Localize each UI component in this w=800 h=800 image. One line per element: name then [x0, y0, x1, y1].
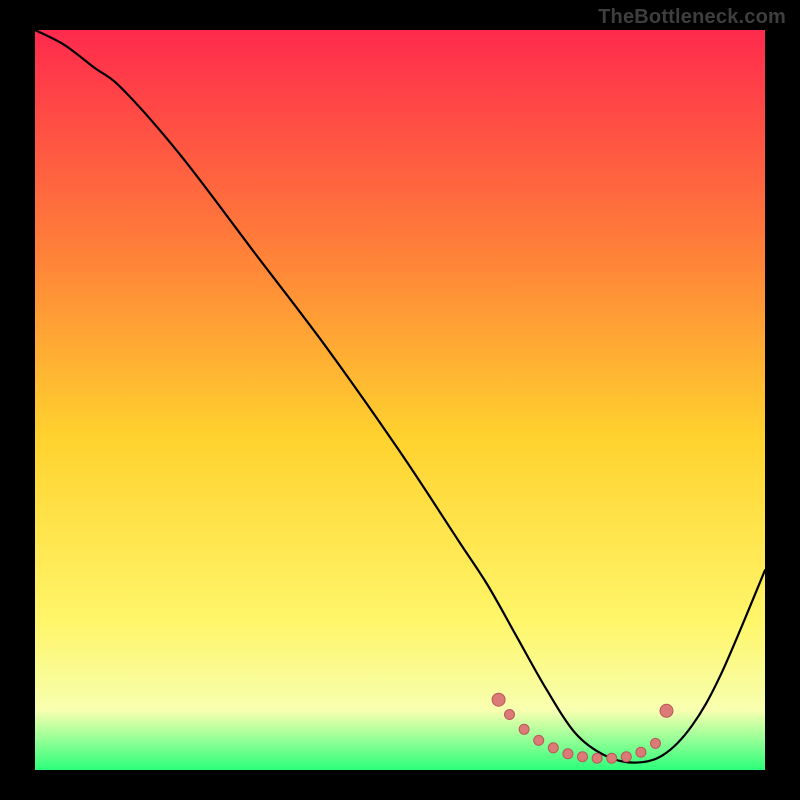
marker-dot: [621, 752, 631, 762]
marker-dot: [519, 724, 529, 734]
marker-dot: [578, 752, 588, 762]
marker-dot: [534, 735, 544, 745]
marker-dot: [505, 710, 515, 720]
marker-dot: [636, 747, 646, 757]
marker-dot: [492, 693, 505, 706]
marker-dot: [607, 753, 617, 763]
marker-dot: [660, 704, 673, 717]
watermark-text: TheBottleneck.com: [598, 6, 786, 29]
chart-stage: { "watermark": "TheBottleneck.com", "col…: [0, 0, 800, 800]
marker-dot: [651, 738, 661, 748]
marker-dot: [592, 753, 602, 763]
plot-background: [35, 30, 765, 770]
marker-dot: [548, 743, 558, 753]
marker-dot: [563, 749, 573, 759]
bottleneck-chart: [0, 0, 800, 800]
